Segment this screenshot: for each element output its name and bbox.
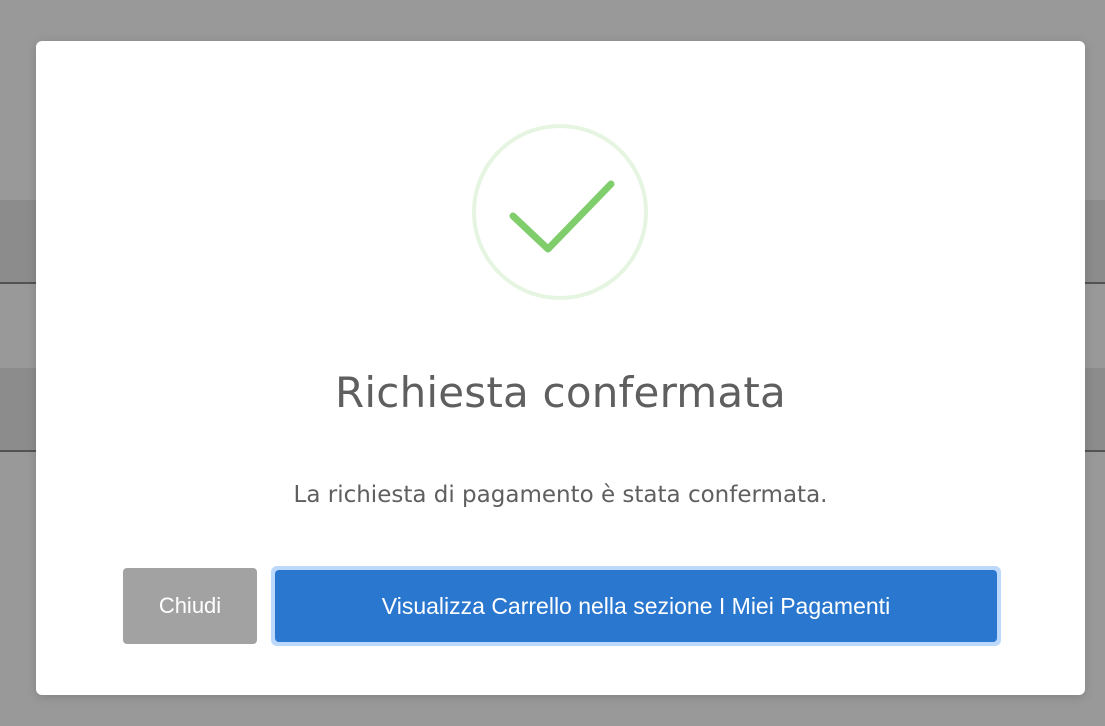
confirmation-dialog: Richiesta confermata La richiesta di pag… — [36, 41, 1085, 695]
close-button[interactable]: Chiudi — [123, 568, 257, 644]
dialog-message: La richiesta di pagamento è stata confer… — [293, 482, 828, 508]
check-circle-icon — [470, 122, 650, 302]
primary-button-focus-ring: Visualizza Carrello nella sezione I Miei… — [271, 566, 1001, 646]
dialog-actions: Chiudi Visualizza Carrello nella sezione… — [123, 566, 1001, 646]
dialog-title: Richiesta confermata — [335, 368, 786, 417]
view-cart-button[interactable]: Visualizza Carrello nella sezione I Miei… — [275, 570, 997, 642]
